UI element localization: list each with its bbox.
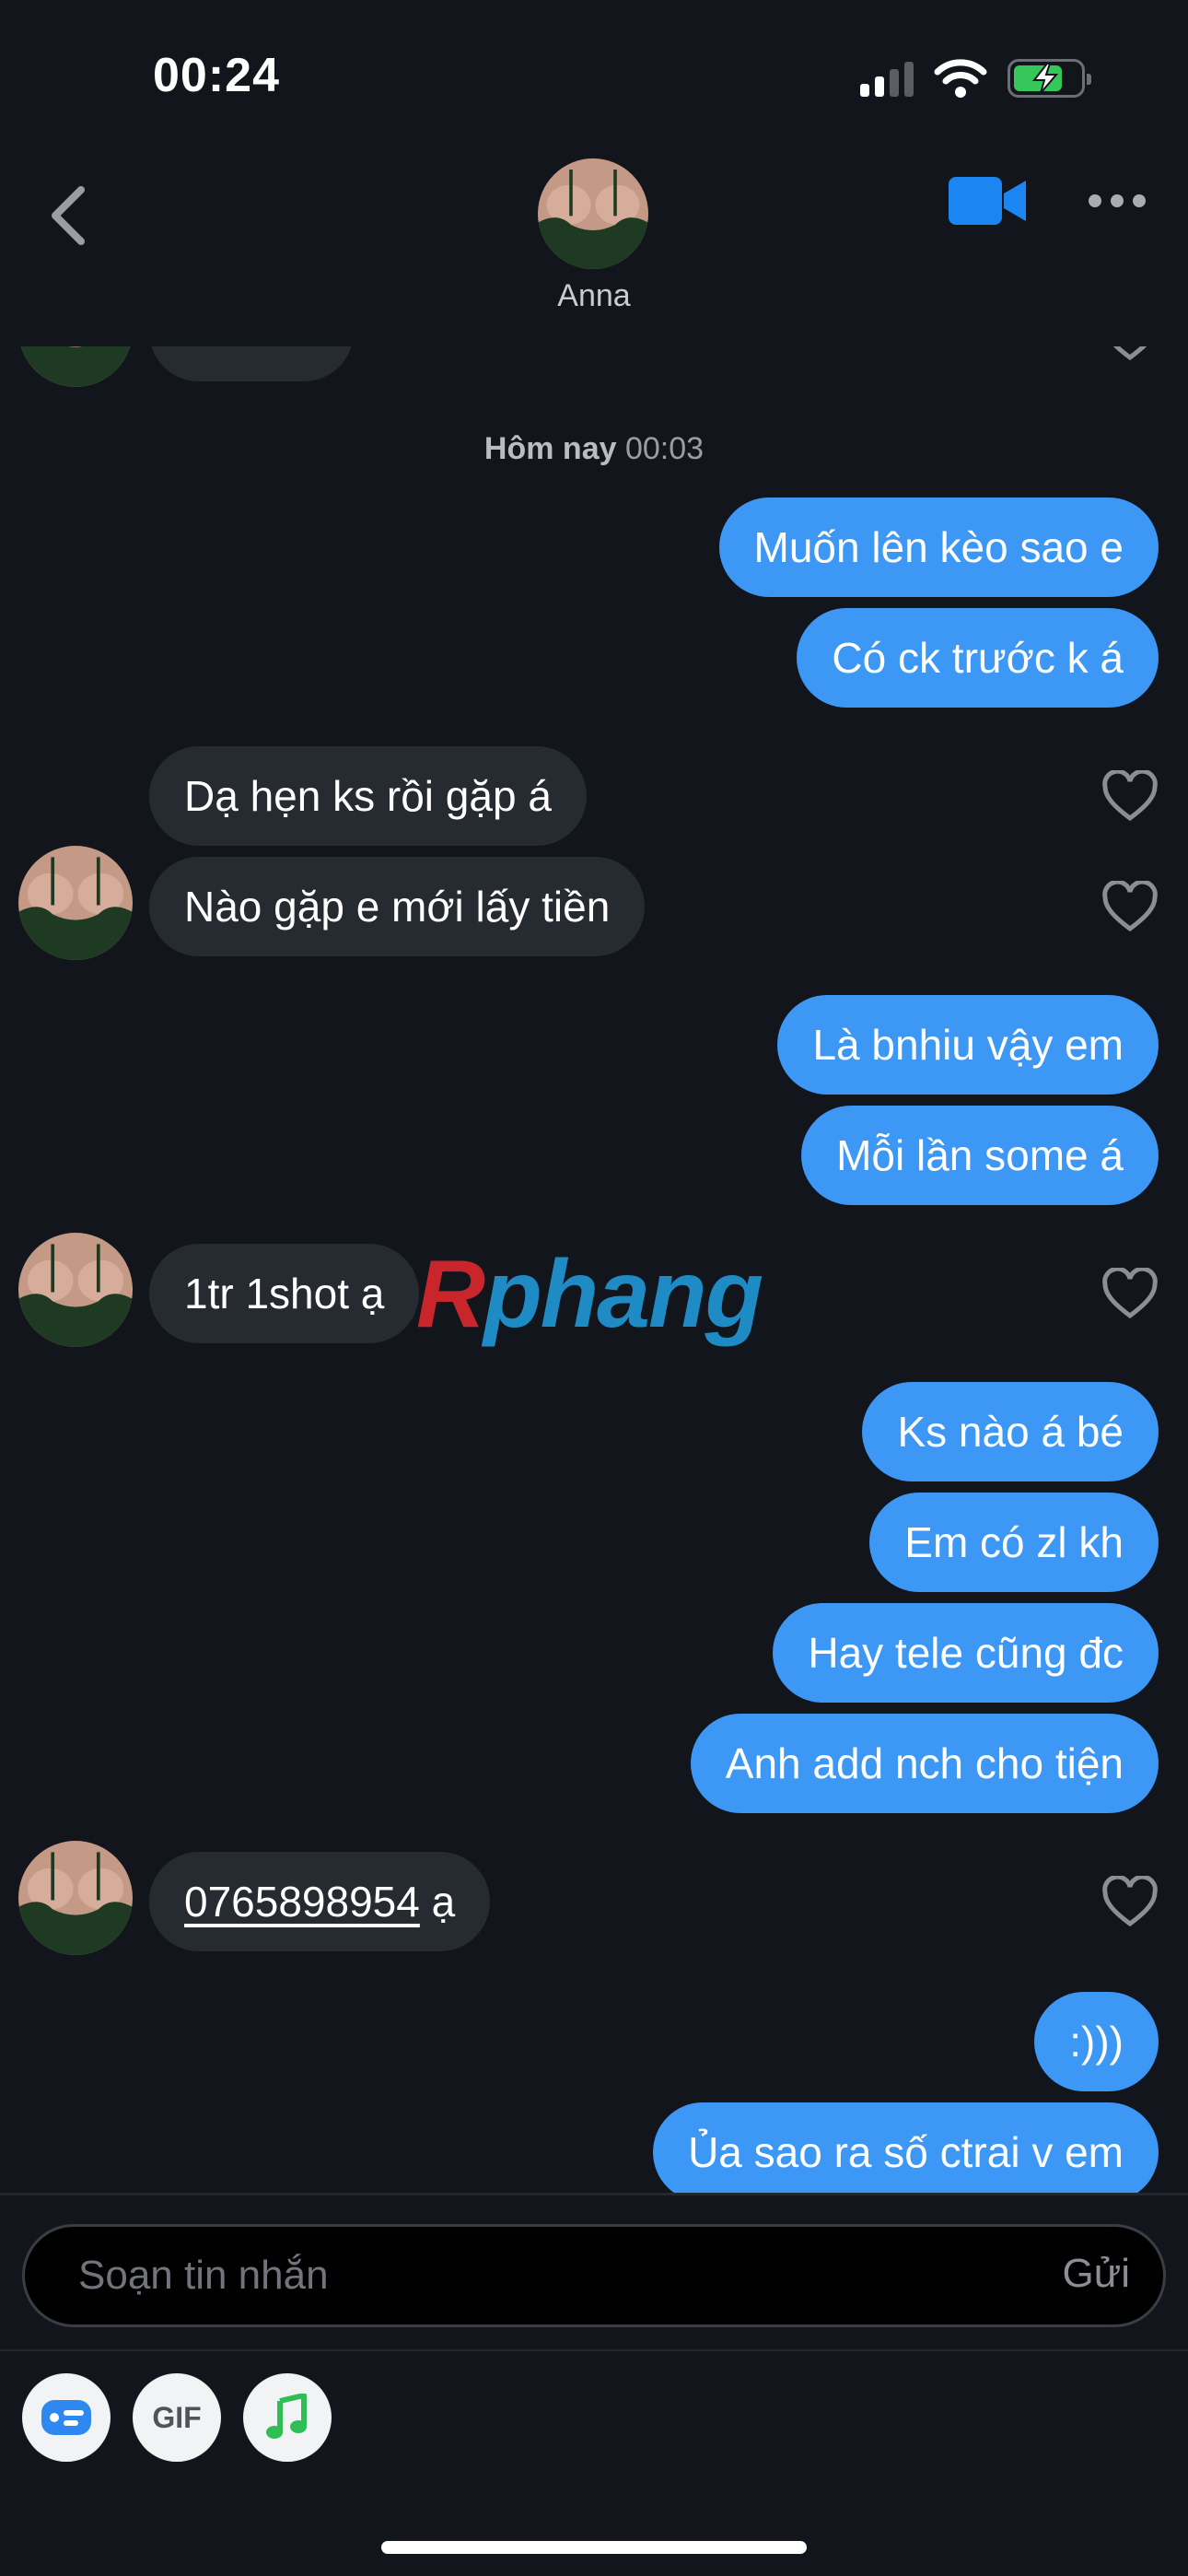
message-bubble-incoming[interactable]: 0765898954 ạ: [149, 1852, 491, 1951]
message-bubble-outgoing[interactable]: Ks nào á bé: [862, 1382, 1159, 1481]
message-input[interactable]: [78, 2227, 907, 2324]
phone-number-link[interactable]: 0765898954: [184, 1878, 420, 1926]
more-options-icon[interactable]: [1089, 184, 1153, 217]
message-bubble-outgoing[interactable]: :))): [1034, 1992, 1159, 2091]
contact-avatar-small[interactable]: [18, 1233, 133, 1347]
send-button[interactable]: Gửi: [1063, 2251, 1130, 2297]
message-bubble-outgoing[interactable]: Ủa sao ra số ctrai v em: [653, 2102, 1159, 2195]
message-composer[interactable]: Gửi: [22, 2224, 1166, 2327]
message-bubble-partial: [149, 346, 354, 381]
heart-icon[interactable]: [1101, 881, 1159, 932]
music-icon: [266, 2394, 307, 2439]
message-bubble-incoming[interactable]: 1tr 1shot ạ: [149, 1244, 420, 1343]
message-bubble-incoming[interactable]: Nào gặp e mới lấy tiền: [149, 857, 646, 956]
contact-name[interactable]: Anna: [502, 278, 686, 314]
message-bubble-outgoing[interactable]: Anh add nch cho tiện: [690, 1714, 1159, 1813]
contact-avatar-small[interactable]: [18, 846, 133, 960]
back-chevron-icon[interactable]: [41, 181, 96, 251]
message-bubble-outgoing[interactable]: Hay tele cũng đc: [773, 1603, 1159, 1703]
sticker-icon: [41, 2400, 91, 2435]
contact-avatar[interactable]: [538, 158, 648, 269]
status-icons: [860, 59, 1091, 98]
contact-avatar-small: [18, 346, 133, 387]
wifi-icon: [934, 59, 987, 98]
gif-button[interactable]: GIF: [133, 2373, 221, 2462]
chat-divider: [0, 2193, 1188, 2195]
heart-icon[interactable]: [1101, 770, 1159, 822]
cellular-signal-icon: [860, 60, 914, 97]
message-bubble-incoming[interactable]: Dạ hẹn ks rồi gặp á: [149, 746, 587, 846]
sticker-button[interactable]: [22, 2373, 111, 2462]
battery-charging-icon: [1007, 59, 1091, 98]
chat-screen: 00:24 Anna Hôm nay 00:03 Muốn lên kèo sa…: [0, 0, 1188, 2576]
gif-icon: GIF: [152, 2400, 202, 2434]
message-bubble-outgoing[interactable]: Em có zl kh: [869, 1493, 1159, 1592]
message-bubble-outgoing[interactable]: Là bnhiu vậy em: [777, 995, 1159, 1095]
heart-icon[interactable]: [1101, 346, 1159, 361]
message-bubble-outgoing[interactable]: Muốn lên kèo sao e: [718, 498, 1159, 597]
music-button[interactable]: [243, 2373, 332, 2462]
date-separator: Hôm nay 00:03: [483, 431, 705, 466]
status-time: 00:24: [153, 49, 280, 102]
message-bubble-outgoing[interactable]: Có ck trước k á: [797, 608, 1159, 708]
heart-icon[interactable]: [1101, 1876, 1159, 1927]
watermark-logo: Rphang: [416, 1241, 763, 1348]
video-call-icon[interactable]: [947, 173, 1030, 228]
contact-avatar-small[interactable]: [18, 1841, 133, 1955]
heart-icon[interactable]: [1101, 1268, 1159, 1319]
home-indicator[interactable]: [381, 2541, 807, 2554]
message-bubble-outgoing[interactable]: Mỗi lần some á: [801, 1106, 1159, 1205]
toolbar-divider: [0, 2349, 1188, 2351]
